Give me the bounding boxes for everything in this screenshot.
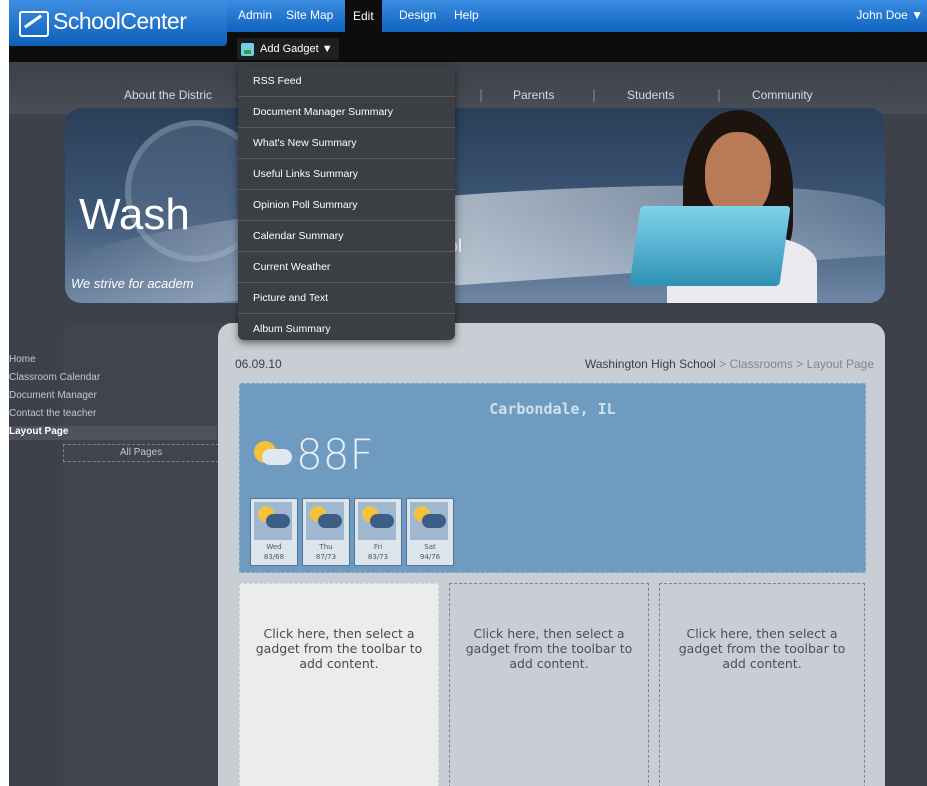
nav-community[interactable]: Community (752, 88, 813, 102)
banner-tagline: We strive for academ (71, 276, 194, 291)
storm-icon (358, 502, 396, 540)
add-gadget-button[interactable]: Add Gadget ▼ (237, 38, 339, 60)
menu-help[interactable]: Help (454, 8, 479, 22)
nav-separator: | (592, 88, 597, 102)
sidebar-item-contact-teacher[interactable]: Contact the teacher (9, 408, 96, 419)
menu-item-document-manager-summary[interactable]: Document Manager Summary (238, 97, 455, 128)
forecast-range: 83/68 (263, 553, 285, 561)
banner-title: Wash (79, 190, 190, 239)
storm-icon (410, 502, 448, 540)
logo-text: SchoolCenter (53, 8, 187, 34)
sidebar-item-home[interactable]: Home (9, 354, 36, 365)
forecast-day: Fri 83/73 (354, 498, 402, 566)
breadcrumb-separator: > (719, 357, 727, 371)
breadcrumb-current: Layout Page (806, 357, 874, 371)
content-column-right[interactable]: Click here, then select a gadget from th… (659, 583, 865, 786)
column-placeholder: Click here, then select a gadget from th… (465, 626, 633, 671)
menu-item-picture-and-text[interactable]: Picture and Text (238, 283, 455, 314)
school-banner: Wash ol We strive for academ (65, 108, 885, 303)
nav-separator: | (717, 88, 722, 102)
top-toolbar: SchoolCenter Admin Site Map Edit Design … (9, 0, 927, 62)
user-menu[interactable]: John Doe ▼ (856, 8, 923, 22)
add-gadget-icon (241, 42, 254, 56)
forecast-day-name: Fri (373, 543, 383, 551)
menu-item-opinion-poll-summary[interactable]: Opinion Poll Summary (238, 190, 455, 221)
content-column-left[interactable]: Click here, then select a gadget from th… (239, 583, 439, 786)
page-margin (0, 0, 9, 786)
breadcrumb-separator: > (796, 357, 804, 371)
forecast-day: Wed 83/68 (250, 498, 298, 566)
sidebar-item-document-manager[interactable]: Document Manager (9, 390, 97, 401)
column-placeholder: Click here, then select a gadget from th… (255, 626, 423, 671)
forecast-day-name: Thu (319, 543, 333, 551)
site-navigation: About the Distric | Parents | Students |… (9, 62, 927, 114)
menu-site-map[interactable]: Site Map (286, 8, 333, 22)
nav-parents[interactable]: Parents (513, 88, 554, 102)
weather-forecast: Wed 83/68 Thu 87/73 Fri 83/73 Sat 94/76 (250, 498, 454, 566)
page-date: 06.09.10 (235, 357, 282, 371)
content-column-middle[interactable]: Click here, then select a gadget from th… (449, 583, 649, 786)
forecast-day-name: Wed (266, 543, 282, 551)
nav-separator: | (479, 88, 484, 102)
nav-students[interactable]: Students (627, 88, 674, 102)
weather-city: Carbondale, IL (489, 400, 616, 418)
forecast-day: Thu 87/73 (302, 498, 350, 566)
menu-item-useful-links-summary[interactable]: Useful Links Summary (238, 159, 455, 190)
nav-about-district[interactable]: About the Distric (124, 88, 212, 102)
forecast-range: 83/73 (367, 553, 389, 561)
logo-icon (19, 11, 49, 37)
breadcrumb-classrooms[interactable]: Classrooms (730, 357, 793, 371)
menu-item-rss-feed[interactable]: RSS Feed (238, 66, 455, 97)
menu-item-current-weather[interactable]: Current Weather (238, 252, 455, 283)
breadcrumb: Washington High School > Classrooms > La… (585, 357, 874, 371)
partly-cloudy-icon (254, 439, 292, 465)
forecast-range: 87/73 (315, 553, 337, 561)
sidebar-item-layout-page[interactable]: Layout Page (9, 426, 217, 440)
logo[interactable]: SchoolCenter (9, 0, 227, 46)
forecast-range: 94/76 (419, 553, 441, 561)
weather-temperature: 88F (296, 430, 374, 479)
add-gadget-menu: RSS Feed Document Manager Summary What's… (238, 66, 455, 340)
menu-item-calendar-summary[interactable]: Calendar Summary (238, 221, 455, 252)
forecast-day: Sat 94/76 (406, 498, 454, 566)
storm-icon (306, 502, 344, 540)
menu-bar: Admin Site Map Edit Design Help John Doe… (227, 0, 927, 32)
menu-item-album-summary[interactable]: Album Summary (238, 314, 455, 344)
column-placeholder: Click here, then select a gadget from th… (678, 626, 846, 671)
app-frame: SchoolCenter Admin Site Map Edit Design … (9, 0, 927, 786)
forecast-day-name: Sat (424, 543, 436, 551)
storm-icon (254, 502, 292, 540)
weather-gadget[interactable]: Carbondale, IL 88F Wed 83/68 Thu 87/73 F… (239, 383, 866, 573)
all-pages-button[interactable]: All Pages (63, 444, 219, 462)
menu-edit[interactable]: Edit (345, 0, 382, 32)
menu-admin[interactable]: Admin (238, 8, 272, 22)
menu-design[interactable]: Design (399, 8, 436, 22)
sidebar-item-classroom-calendar[interactable]: Classroom Calendar (9, 372, 100, 383)
menu-item-whats-new-summary[interactable]: What's New Summary (238, 128, 455, 159)
breadcrumb-school[interactable]: Washington High School (585, 357, 716, 371)
book-image (629, 206, 791, 286)
add-gadget-label: Add Gadget ▼ (260, 43, 333, 55)
